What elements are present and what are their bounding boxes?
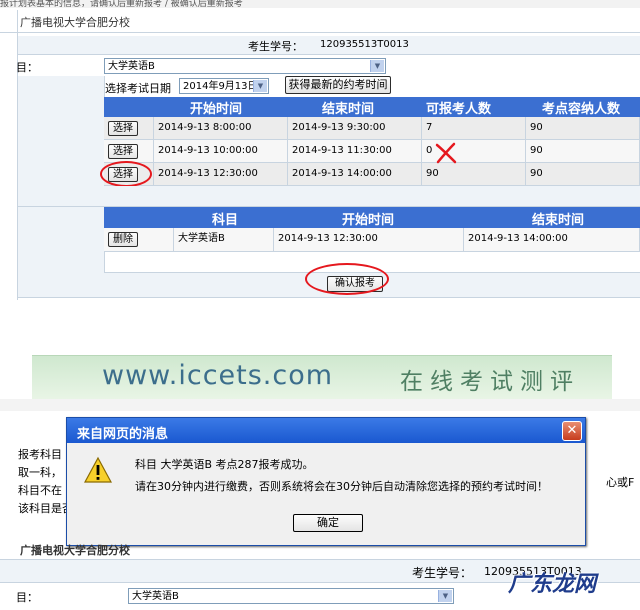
annotation-circle-confirm [305, 263, 389, 295]
capacity-cell: 90 [526, 117, 640, 140]
end-time-cell: 2014-9-13 11:30:00 [288, 140, 422, 163]
exam-date-select[interactable]: 2014年9月13日 ▼ [179, 78, 269, 94]
subject-select[interactable]: 大学英语B ▼ [104, 58, 386, 74]
table-row: 选择 2014-9-13 10:00:00 2014-9-13 11:30:00… [104, 140, 640, 163]
selected-subject-cell: 大学英语B [174, 228, 274, 252]
student-id-row: 考生学号： 120935513T0013 [18, 36, 640, 55]
school-header: 广播电视大学合肥分校 [0, 10, 640, 33]
exam-date-value: 2014年9月13日 [183, 81, 258, 92]
annotation-circle-select [100, 161, 152, 187]
capacity-cell: 90 [526, 163, 640, 186]
available-cell: 7 [422, 117, 526, 140]
table-row: 选择 2014-9-13 8:00:00 2014-9-13 9:30:00 7… [104, 117, 640, 140]
start-time-cell: 2014-9-13 8:00:00 [154, 117, 288, 140]
table-row: 选择 2014-9-13 12:30:00 2014-9-13 14:00:00… [104, 163, 640, 186]
bottom-subject-value: 大学英语B [132, 591, 179, 602]
exam-date-label: 选择考试日期 [105, 82, 171, 95]
banner-url: www.iccets.com [102, 360, 334, 391]
selected-start-cell: 2014-9-13 12:30:00 [274, 228, 464, 252]
bottom-subject-label: 目： [16, 591, 38, 604]
spacer-row [18, 186, 640, 207]
chevron-down-icon[interactable]: ▼ [370, 60, 384, 72]
end-time-cell: 2014-9-13 9:30:00 [288, 117, 422, 140]
alert-dialog: 来自网页的消息 ✕ 科目 大学英语B 考点287报考成功。 请在30分钟内进行缴… [66, 417, 586, 546]
selected-table-header: 科目 开始时间 结束时间 [104, 207, 640, 228]
dialog-message-line2: 请在30分钟内进行缴费，否则系统将会在30分钟后自动清除您选择的预约考试时间！ [135, 480, 548, 493]
end-time-cell: 2014-9-13 14:00:00 [288, 163, 422, 186]
student-id-label: 考生学号： [248, 40, 303, 53]
available-cell: 90 [422, 163, 526, 186]
dialog-title: 来自网页的消息 [77, 427, 169, 442]
header-capacity: 考点容纳人数 [542, 102, 621, 117]
header-available: 可报考人数 [426, 102, 492, 117]
bottom-student-label: 考生学号： [412, 566, 473, 580]
chevron-down-icon[interactable]: ▼ [438, 590, 452, 602]
warning-icon [83, 456, 113, 483]
refresh-times-button[interactable]: 获得最新的约考时间 [285, 76, 391, 94]
header-subject: 科目 [212, 213, 239, 228]
select-button[interactable]: 选择 [108, 121, 138, 136]
cut-off-instruction-text: 报计划表基本的信息，请确认后重新报考 / 被确认后重新报考 [0, 0, 640, 8]
select-button[interactable]: 选择 [108, 144, 138, 159]
subject-row: 目： 大学英语B ▼ [0, 56, 640, 76]
header-end-time: 结束时间 [322, 102, 375, 117]
site-banner: www.iccets.com 在线考试测评 [32, 355, 612, 401]
bottom-school-header: 广播电视大学合肥分校 [0, 537, 640, 560]
watermark-logo: 广东龙网 [508, 572, 597, 597]
capacity-cell: 90 [526, 140, 640, 163]
school-name: 广播电视大学合肥分校 [20, 16, 130, 29]
start-time-cell: 2014-9-13 10:00:00 [154, 140, 288, 163]
bottom-subject-select[interactable]: 大学英语B ▼ [128, 588, 454, 604]
start-time-cell: 2014-9-13 12:30:00 [154, 163, 288, 186]
chevron-down-icon[interactable]: ▼ [253, 80, 267, 92]
bottom-school-name: 广播电视大学合肥分校 [20, 544, 130, 557]
header-selected-start: 开始时间 [342, 213, 395, 228]
student-id-value: 120935513T0013 [320, 39, 409, 50]
close-icon[interactable]: ✕ [562, 421, 582, 441]
cross-mark-icon [435, 142, 457, 164]
selected-end-cell: 2014-9-13 14:00:00 [464, 228, 640, 252]
ok-button[interactable]: 确定 [293, 514, 363, 532]
dialog-message-line1: 科目 大学英语B 考点287报考成功。 [135, 458, 314, 471]
left-label-panel-2 [18, 207, 105, 273]
time-table-header: 开始时间 结束时间 可报考人数 考点容纳人数 [104, 97, 640, 117]
subject-label: 目： [16, 61, 38, 74]
selected-row: 删除 大学英语B 2014-9-13 12:30:00 2014-9-13 14… [104, 228, 640, 252]
exam-date-row: 选择考试日期 2014年9月13日 ▼ 获得最新的约考时间 [104, 76, 640, 97]
delete-button[interactable]: 删除 [108, 232, 138, 247]
banner-bottom-strip [0, 399, 640, 411]
header-start-time: 开始时间 [190, 102, 243, 117]
subject-select-value: 大学英语B [108, 61, 155, 72]
background-text-right: 心或F [606, 476, 635, 489]
banner-slogan: 在线考试测评 [400, 369, 580, 395]
dialog-title-bar: 来自网页的消息 ✕ [67, 418, 585, 443]
header-selected-end: 结束时间 [532, 213, 585, 228]
